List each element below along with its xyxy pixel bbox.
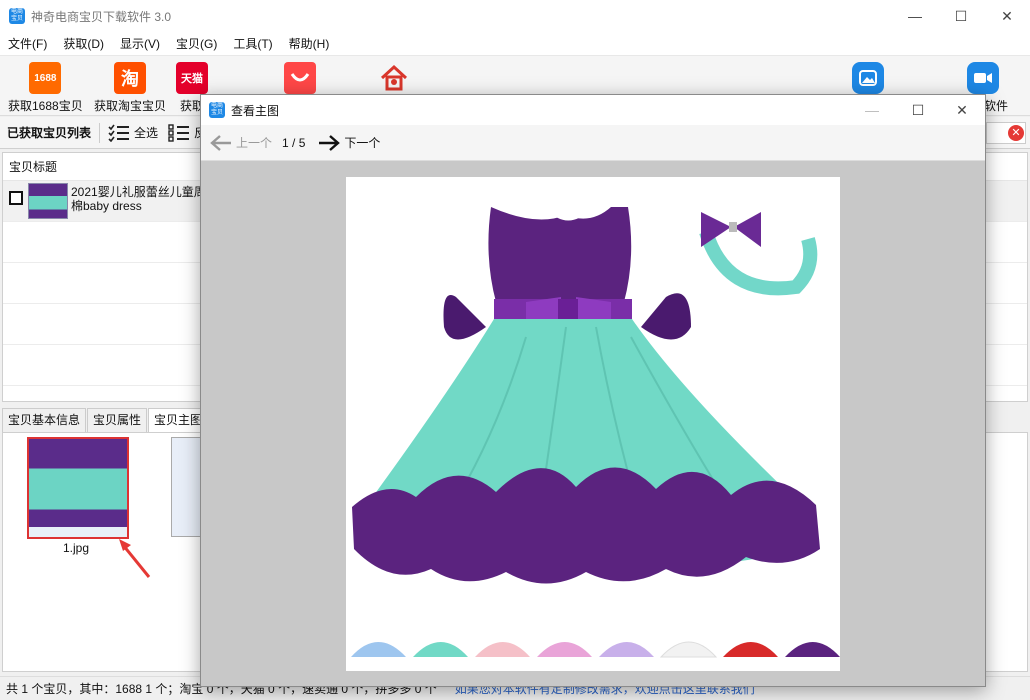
- prev-button[interactable]: 上一个: [209, 134, 272, 152]
- fetch-taobao-button[interactable]: 淘 获取淘宝宝贝: [94, 62, 166, 114]
- window-title: 神奇电商宝贝下载软件 3.0: [31, 9, 172, 24]
- menu-help[interactable]: 帮助(H): [281, 32, 338, 56]
- aliexpress-icon: [284, 62, 316, 94]
- minimize-button[interactable]: —: [892, 0, 938, 32]
- image-thumbnail[interactable]: [27, 437, 129, 539]
- row-thumbnail: [28, 183, 68, 219]
- image-tool-button[interactable]: [852, 62, 884, 94]
- menu-tools[interactable]: 工具(T): [225, 32, 280, 56]
- list-icon: [168, 123, 190, 142]
- dress-photo: [351, 207, 840, 658]
- next-label: 下一个: [344, 136, 381, 150]
- image-filename: 1.jpg: [63, 541, 90, 555]
- divider: [99, 122, 101, 143]
- dialog-title-bar: 电商宝贝 查看主图 — ☐ ✕: [201, 95, 985, 125]
- next-button[interactable]: 下一个: [317, 134, 380, 152]
- menu-fetch[interactable]: 获取(D): [55, 32, 112, 56]
- dialog-minimize-button[interactable]: —: [849, 94, 895, 126]
- clear-search-icon[interactable]: ✕: [1008, 125, 1024, 141]
- arrow-left-icon: [210, 134, 231, 151]
- menu-view[interactable]: 显示(V): [112, 32, 168, 56]
- checklist-icon: [108, 124, 130, 142]
- main-image: [346, 177, 840, 671]
- fetch-1688-label: 获取1688宝贝: [8, 99, 83, 113]
- prev-label: 上一个: [236, 136, 273, 150]
- 1688-icon: 1688: [29, 62, 62, 94]
- fetch-aliexpress-button[interactable]: [284, 62, 316, 94]
- menu-goods[interactable]: 宝贝(G): [168, 32, 225, 56]
- tab-basic-info[interactable]: 宝贝基本信息: [2, 408, 87, 432]
- detail-tabs: 宝贝基本信息 宝贝属性 宝贝主图: [2, 408, 209, 432]
- fetch-1688-button[interactable]: 1688 获取1688宝贝: [8, 62, 83, 114]
- title-bar: 电商宝贝 神奇电商宝贝下载软件 3.0 — ☐ ✕: [0, 0, 1030, 32]
- fetch-taobao-label: 获取淘宝宝贝: [94, 99, 167, 113]
- tab-attributes[interactable]: 宝贝属性: [87, 408, 148, 432]
- home-button[interactable]: [378, 62, 410, 94]
- row-title-line2: 棉baby dress: [71, 199, 142, 213]
- view-main-image-dialog: 电商宝贝 查看主图 — ☐ ✕ 上一个 1 / 5 下一个: [200, 94, 986, 687]
- app-icon: 电商宝贝: [209, 102, 225, 118]
- maximize-button[interactable]: ☐: [938, 0, 984, 32]
- dialog-close-button[interactable]: ✕: [939, 94, 985, 126]
- menu-file[interactable]: 文件(F): [0, 32, 55, 56]
- arrow-right-icon: [319, 134, 341, 151]
- dialog-maximize-button[interactable]: ☐: [895, 94, 941, 126]
- tmall-icon: 天猫: [176, 62, 208, 94]
- menu-bar: 文件(F) 获取(D) 显示(V) 宝贝(G) 工具(T) 帮助(H): [0, 32, 1030, 56]
- image-icon: [852, 62, 884, 94]
- select-all-label: 全选: [134, 126, 159, 140]
- dialog-title: 查看主图: [231, 103, 280, 118]
- row-checkbox[interactable]: [9, 191, 23, 205]
- page-counter: 1 / 5: [282, 135, 306, 150]
- dialog-nav-bar: 上一个 1 / 5 下一个: [201, 125, 985, 161]
- list-title: 已获取宝贝列表: [7, 126, 92, 140]
- close-button[interactable]: ✕: [984, 0, 1030, 32]
- select-all-button[interactable]: 全选: [108, 124, 158, 142]
- app-icon: 电商宝贝: [9, 8, 25, 24]
- row-title-line1: 2021婴儿礼服蕾丝儿童周: [71, 185, 206, 199]
- video-icon: [967, 62, 999, 94]
- home-icon: [378, 62, 410, 94]
- taobao-icon: 淘: [114, 62, 146, 94]
- row-title: 2021婴儿礼服蕾丝儿童周 棉baby dress: [71, 185, 206, 213]
- red-arrow-icon: [119, 539, 151, 578]
